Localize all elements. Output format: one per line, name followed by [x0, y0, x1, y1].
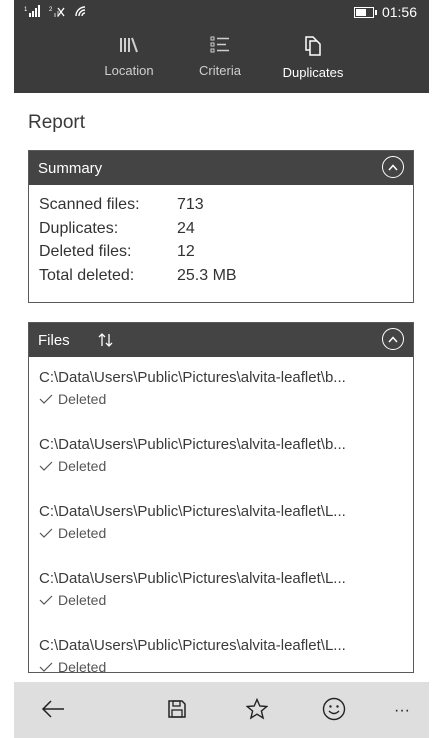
- page-title: Report: [28, 112, 86, 133]
- status-text: Deleted: [58, 391, 107, 407]
- file-path: C:\Data\Users\Public\Pictures\alvita-lea…: [39, 637, 346, 654]
- file-path: C:\Data\Users\Public\Pictures\alvita-lea…: [39, 369, 346, 386]
- list-item[interactable]: C:\Data\Users\Public\Pictures\alvita-lea…: [39, 558, 403, 625]
- summary-header: Summary: [29, 151, 413, 185]
- feedback-button[interactable]: [319, 696, 349, 726]
- file-status: Deleted: [39, 458, 403, 474]
- save-button[interactable]: [162, 696, 192, 726]
- save-icon: [167, 699, 187, 724]
- file-path: C:\Data\Users\Public\Pictures\alvita-lea…: [39, 503, 346, 520]
- collapse-icon[interactable]: [382, 156, 404, 178]
- library-icon: [84, 36, 174, 54]
- file-status: Deleted: [39, 391, 403, 407]
- checkmark-icon: [39, 458, 53, 474]
- battery-icon: [353, 6, 377, 18]
- tab-location-label: Location: [104, 63, 154, 78]
- nav-header: Location Criteria Duplicates: [14, 24, 429, 93]
- list-item[interactable]: C:\Data\Users\Public\Pictures\alvita-lea…: [39, 625, 403, 673]
- summary-row: Scanned files: 713: [39, 193, 413, 217]
- summary-value: 713: [177, 196, 204, 213]
- back-arrow-icon: [41, 699, 65, 723]
- status-text: Deleted: [58, 458, 107, 474]
- status-text: Deleted: [58, 592, 107, 608]
- back-button[interactable]: [38, 696, 68, 726]
- list-item[interactable]: C:\Data\Users\Public\Pictures\alvita-lea…: [39, 424, 403, 491]
- checkmark-icon: [39, 525, 53, 541]
- file-status: Deleted: [39, 659, 403, 673]
- file-status: Deleted: [39, 592, 403, 608]
- checkmark-icon: [39, 391, 53, 407]
- checkmark-icon: [39, 592, 53, 608]
- file-path: C:\Data\Users\Public\Pictures\alvita-lea…: [39, 570, 346, 587]
- files-title: Files: [38, 331, 70, 349]
- status-text: Deleted: [58, 525, 107, 541]
- smiley-icon: [322, 697, 346, 726]
- summary-label: Duplicates:: [39, 219, 119, 237]
- favorite-button[interactable]: [242, 696, 272, 726]
- summary-card: Summary Scanned files: 713 Duplicates: 2…: [28, 150, 414, 303]
- tab-duplicates[interactable]: Duplicates: [268, 36, 358, 80]
- summary-title: Summary: [38, 159, 103, 177]
- status-text: Deleted: [58, 659, 107, 673]
- summary-label: Deleted files:: [39, 243, 132, 260]
- tab-criteria-label: Criteria: [199, 63, 241, 78]
- svg-text:1: 1: [24, 7, 28, 13]
- summary-row: Duplicates: 24: [39, 217, 413, 241]
- checkmark-icon: [39, 659, 53, 672]
- list-item[interactable]: C:\Data\Users\Public\Pictures\alvita-lea…: [39, 357, 403, 424]
- summary-value: 12: [177, 243, 195, 260]
- signal-sim1-icon: 1: [24, 4, 40, 22]
- collapse-icon[interactable]: [382, 328, 404, 350]
- files-header: Files: [29, 323, 413, 357]
- summary-row: Total deleted: 25.3 MB: [39, 264, 413, 288]
- list-icon: [175, 36, 265, 54]
- app-bar: ···: [14, 682, 429, 738]
- signal-sim2-icon: 2: [49, 4, 65, 22]
- sort-icon[interactable]: [98, 332, 114, 348]
- more-button[interactable]: ···: [387, 696, 417, 726]
- file-path: C:\Data\Users\Public\Pictures\alvita-lea…: [39, 436, 346, 453]
- duplicates-icon: [268, 36, 358, 56]
- summary-value: 24: [177, 219, 195, 237]
- files-card: Files C:\Data\Users\Public\Pictures\alvi…: [28, 322, 414, 673]
- clock: 01:56: [381, 4, 417, 20]
- star-icon: [245, 697, 269, 725]
- summary-label: Total deleted:: [39, 266, 135, 284]
- svg-text:2: 2: [49, 7, 53, 13]
- files-list[interactable]: C:\Data\Users\Public\Pictures\alvita-lea…: [29, 357, 413, 673]
- summary-value: 25.3 MB: [177, 266, 237, 284]
- list-item[interactable]: C:\Data\Users\Public\Pictures\alvita-lea…: [39, 491, 403, 558]
- tab-duplicates-label: Duplicates: [282, 65, 344, 80]
- summary-body: Scanned files: 713 Duplicates: 24 Delete…: [29, 185, 413, 287]
- summary-row: Deleted files: 12: [39, 240, 413, 264]
- tab-criteria[interactable]: Criteria: [175, 36, 265, 78]
- summary-label: Scanned files:: [39, 196, 140, 213]
- status-bar: 1 2 01:56: [14, 0, 429, 24]
- tab-location[interactable]: Location: [84, 36, 174, 78]
- file-status: Deleted: [39, 525, 403, 541]
- wifi-icon: [74, 4, 88, 22]
